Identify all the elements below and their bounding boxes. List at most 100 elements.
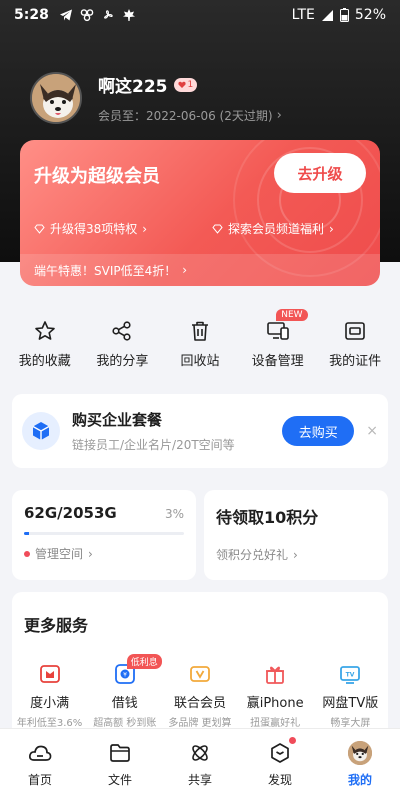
- upgrade-button[interactable]: 去升级: [274, 153, 366, 193]
- notification-dot: [289, 737, 296, 744]
- service-label: 联合会员: [173, 696, 226, 711]
- gift-icon: [263, 662, 287, 686]
- vip-heart-icon: [177, 81, 186, 88]
- chevron-right-icon: ›: [329, 221, 334, 236]
- profile-section[interactable]: 啊这225 1 会员至：2022-06-06 (2天过期) ›: [30, 72, 282, 124]
- redeem-points-text: 领积分兑好礼: [216, 548, 289, 562]
- service-win-iphone[interactable]: 赢iPhone 扭蛋赢好礼: [239, 662, 311, 729]
- username: 啊这225: [98, 77, 168, 97]
- service-subtitle: 多品牌 更划算: [168, 718, 232, 729]
- points-card[interactable]: 待领取10积分 领积分兑好礼 ›: [204, 490, 388, 580]
- folder-icon: [108, 741, 132, 765]
- membership-expiry-text: 会员至：2022-06-06 (2天过期): [98, 109, 273, 123]
- tab-home[interactable]: 首页: [10, 741, 70, 800]
- service-duxiaoman[interactable]: 度小满 年利低至3.6%: [14, 662, 86, 729]
- vip-channel-link[interactable]: 探索会员频道福利 ›: [212, 220, 334, 237]
- quick-action-shares[interactable]: 我的分享: [84, 318, 160, 369]
- low-interest-badge: 低利息: [126, 654, 162, 669]
- vip-level-badge: 1: [173, 77, 198, 92]
- quick-action-devices[interactable]: NEW 设备管理: [240, 309, 316, 369]
- service-label: 度小满: [30, 696, 70, 711]
- diamond-icon: [34, 224, 45, 234]
- notification-icons: [59, 8, 136, 22]
- services-title: 更多服务: [24, 616, 89, 635]
- service-label: 网盘TV版: [322, 696, 379, 711]
- quick-action-label: 我的收藏: [18, 354, 71, 369]
- tab-discover[interactable]: 发现: [250, 737, 310, 800]
- vip-union-icon: [188, 662, 212, 686]
- avatar-icon: [348, 741, 372, 765]
- tab-me[interactable]: 我的: [330, 741, 390, 800]
- storage-usage: 62G/2053G: [24, 504, 117, 522]
- service-label: 赢iPhone: [246, 696, 304, 711]
- vip-promo-text: 端午特惠！SVIP低至4折！: [34, 263, 177, 278]
- enterprise-cube-icon: [22, 412, 60, 450]
- tab-shared[interactable]: 共享: [170, 741, 230, 800]
- share-atom-icon: [188, 741, 212, 765]
- user-avatar[interactable]: [30, 72, 82, 124]
- enterprise-subtitle: 链接员工/企业名片/20T空间等: [72, 438, 235, 452]
- tab-label: 共享: [187, 773, 212, 787]
- quick-action-label: 设备管理: [251, 354, 304, 369]
- quick-action-label: 回收站: [180, 354, 220, 369]
- service-tv-version[interactable]: TV 网盘TV版 畅享大屏: [314, 662, 386, 729]
- super-vip-card[interactable]: 升级为超级会员 去升级 升级得38项特权 › 探索会员频道福利 › 端午特惠！S…: [20, 140, 380, 286]
- service-label: 借钱: [111, 696, 138, 711]
- tv-icon: TV: [338, 662, 362, 686]
- redeem-points-link[interactable]: 领积分兑好礼 ›: [216, 546, 376, 563]
- buy-enterprise-button[interactable]: 去购买: [282, 416, 355, 446]
- quick-actions: 我的收藏 我的分享 回收站 NEW 设备管理 我的证件: [0, 309, 400, 369]
- devices-icon: [265, 318, 291, 344]
- tab-files[interactable]: 文件: [90, 741, 150, 800]
- new-badge: NEW: [276, 309, 308, 321]
- fan-icon: [103, 10, 113, 19]
- telegram-icon: [59, 9, 72, 21]
- discover-icon: [268, 741, 292, 765]
- id-card-icon: [342, 318, 368, 344]
- storage-card[interactable]: 62G/2053G 3% 管理空间 ›: [12, 490, 196, 580]
- enterprise-plan-card[interactable]: 购买企业套餐 链接员工/企业名片/20T空间等 去购买 ×: [12, 394, 388, 468]
- quick-action-id-cards[interactable]: 我的证件: [317, 318, 393, 369]
- bottom-tab-bar: 首页 文件 共享 发现 我的: [0, 728, 400, 800]
- tab-label: 我的: [347, 773, 372, 787]
- cloud-home-icon: [28, 741, 52, 765]
- manage-storage-link[interactable]: 管理空间 ›: [24, 545, 184, 562]
- tab-label: 发现: [267, 773, 292, 787]
- share-icon: [109, 318, 135, 344]
- more-services-section: 更多服务 度小满 年利低至3.6% 低利息 ¥ 借钱 超高额 秒到账 联合会员 …: [12, 592, 388, 742]
- tab-label: 文件: [107, 773, 132, 787]
- service-subtitle: 年利低至3.6%: [16, 718, 83, 729]
- vip-card-title: 升级为超级会员: [34, 166, 160, 187]
- battery-icon: [339, 8, 349, 22]
- vip-promo-banner[interactable]: 端午特惠！SVIP低至4折！ ›: [20, 254, 380, 286]
- duxiaoman-icon: [38, 662, 62, 686]
- leaf-icon: [122, 9, 135, 21]
- vip-privileges-link[interactable]: 升级得38项特权 ›: [34, 220, 147, 237]
- chevron-right-icon: ›: [293, 547, 298, 562]
- diamond-icon: [212, 224, 223, 234]
- service-subtitle: 扭蛋赢好礼: [250, 718, 301, 729]
- signal-icon: [321, 9, 333, 21]
- svg-text:¥: ¥: [123, 672, 127, 679]
- manage-storage-text: 管理空间: [35, 547, 84, 561]
- status-time: 5:28: [14, 7, 49, 23]
- service-subtitle: 畅享大屏: [330, 718, 371, 729]
- membership-expiry[interactable]: 会员至：2022-06-06 (2天过期) ›: [98, 107, 282, 124]
- storage-percent: 3%: [164, 507, 184, 521]
- vip-level-text: 1: [187, 79, 194, 90]
- chevron-right-icon: ›: [182, 263, 188, 277]
- enterprise-title: 购买企业套餐: [72, 411, 163, 429]
- service-subtitle: 超高额 秒到账: [93, 718, 157, 729]
- star-icon: [32, 318, 58, 344]
- storage-progress-bar: [24, 532, 184, 535]
- status-bar: 5:28 LTE 52%: [0, 0, 400, 30]
- service-loan[interactable]: 低利息 ¥ 借钱 超高额 秒到账: [89, 654, 162, 729]
- storage-progress-fill: [24, 532, 29, 535]
- quick-action-favorites[interactable]: 我的收藏: [7, 318, 83, 369]
- trash-icon: [187, 318, 213, 344]
- quick-action-recycle-bin[interactable]: 回收站: [162, 318, 238, 369]
- quick-action-label: 我的分享: [96, 354, 149, 369]
- close-icon[interactable]: ×: [366, 423, 378, 439]
- tab-label: 首页: [27, 773, 52, 787]
- service-union-vip[interactable]: 联合会员 多品牌 更划算: [164, 662, 236, 729]
